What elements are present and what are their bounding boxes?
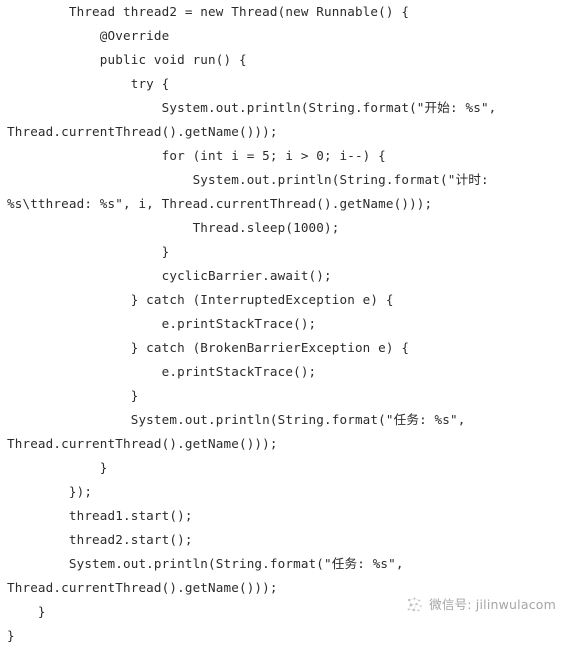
- code-line: Thread.sleep(1000);: [7, 220, 340, 235]
- code-line: });: [7, 484, 93, 499]
- code-line: Thread.currentThread().getName()));: [7, 124, 278, 139]
- code-line: }: [7, 460, 108, 475]
- code-line: }: [7, 388, 139, 403]
- code-line: Thread thread2 = new Thread(new Runnable…: [7, 4, 410, 19]
- code-line: System.out.println(String.format("任务: %s…: [7, 412, 466, 427]
- code-line: cyclicBarrier.await();: [7, 268, 332, 283]
- code-line: for (int i = 5; i > 0; i--) {: [7, 148, 386, 163]
- code-line: }: [7, 628, 15, 643]
- code-line: @Override: [7, 28, 170, 43]
- code-line: System.out.println(String.format("开始: %s…: [7, 100, 497, 115]
- code-line: public void run() {: [7, 52, 247, 67]
- code-line: System.out.println(String.format("任务: %s…: [7, 556, 404, 571]
- code-line: Thread.currentThread().getName()));: [7, 436, 278, 451]
- code-line: } catch (InterruptedException e) {: [7, 292, 394, 307]
- code-line: Thread.currentThread().getName()));: [7, 580, 278, 595]
- code-line: }: [7, 604, 46, 619]
- code-line: thread2.start();: [7, 532, 193, 547]
- code-line: thread1.start();: [7, 508, 193, 523]
- code-line: } catch (BrokenBarrierException e) {: [7, 340, 410, 355]
- code-line: System.out.println(String.format("计时:: [7, 172, 489, 187]
- code-line: %s\tthread: %s", i, Thread.currentThread…: [7, 196, 433, 211]
- code-block: Thread thread2 = new Thread(new Runnable…: [0, 0, 564, 648]
- code-line: }: [7, 244, 170, 259]
- code-line: try {: [7, 76, 170, 91]
- code-line: e.printStackTrace();: [7, 316, 317, 331]
- code-line: e.printStackTrace();: [7, 364, 317, 379]
